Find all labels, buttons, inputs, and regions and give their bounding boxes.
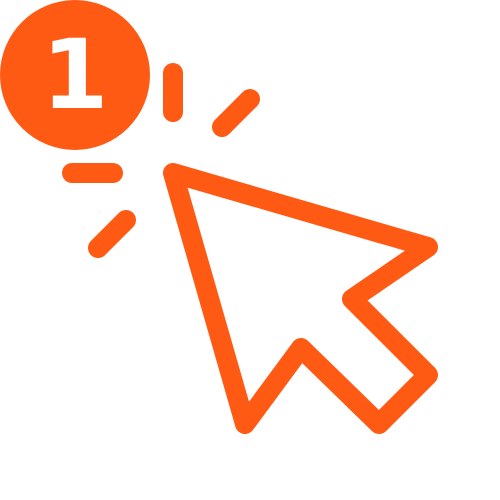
click-one-illustration: 1 [0, 0, 500, 500]
burst-line-top-right [212, 89, 260, 137]
burst-line-bottom-left [88, 210, 136, 258]
cursor-arrow-icon [163, 163, 438, 434]
badge-number: 1 [42, 19, 109, 131]
number-badge-icon: 1 [0, 0, 150, 150]
click-illustration-svg: 1 [0, 0, 438, 434]
